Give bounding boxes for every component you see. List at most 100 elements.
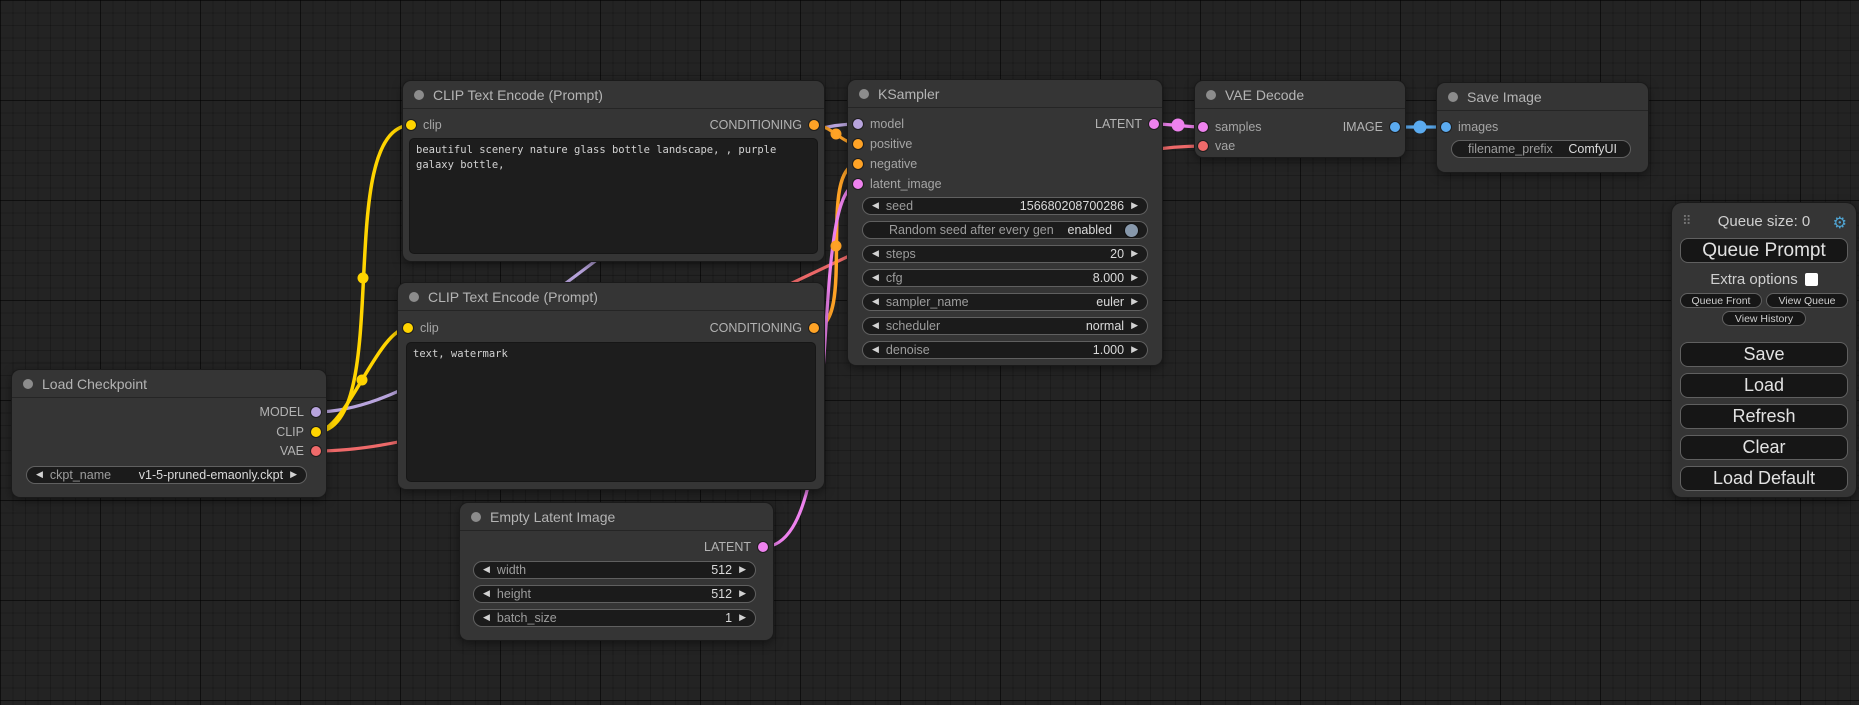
steps-widget[interactable]: ◀ steps 20 ▶ (862, 245, 1148, 263)
negative-input-dot[interactable] (853, 159, 863, 169)
clip-input-dot[interactable] (406, 120, 416, 130)
positive-prompt-textarea[interactable]: beautiful scenery nature glass bottle la… (410, 139, 817, 253)
decrement-arrow-icon[interactable]: ◀ (872, 322, 879, 331)
positive-input-dot[interactable] (853, 139, 863, 149)
filename-prefix-widget[interactable]: filename_prefix ComfyUI (1451, 140, 1631, 158)
clip-output-dot[interactable] (311, 427, 321, 437)
input-slot-positive[interactable]: positive (853, 136, 912, 152)
latent-image-input-dot[interactable] (853, 179, 863, 189)
increment-arrow-icon[interactable]: ▶ (1131, 298, 1138, 307)
clip-input-dot[interactable] (403, 323, 413, 333)
images-input-dot[interactable] (1441, 122, 1451, 132)
increment-arrow-icon[interactable]: ▶ (739, 566, 746, 575)
batch-size-widget[interactable]: ◀ batch_size 1 ▶ (473, 609, 756, 627)
input-slot-negative[interactable]: negative (853, 156, 917, 172)
image-output-dot[interactable] (1390, 122, 1400, 132)
node-title-bar[interactable]: Save Image (1437, 83, 1648, 111)
comfyui-canvas[interactable]: { "colors": { "model": "#b8a4dd", "clip"… (0, 0, 1859, 705)
node-title-bar[interactable]: CLIP Text Encode (Prompt) (398, 283, 824, 311)
collapse-dot-icon[interactable] (1448, 92, 1458, 102)
increment-arrow-icon[interactable]: ▶ (739, 614, 746, 623)
increment-arrow-icon[interactable]: ▶ (739, 590, 746, 599)
conditioning-output-dot[interactable] (809, 323, 819, 333)
node-title-bar[interactable]: Empty Latent Image (460, 503, 773, 531)
increment-arrow-icon[interactable]: ▶ (1131, 322, 1138, 331)
increment-arrow-icon[interactable]: ▶ (1131, 274, 1138, 283)
vae-output-dot[interactable] (311, 446, 321, 456)
seed-widget[interactable]: ◀ seed 156680208700286 ▶ (862, 197, 1148, 215)
increment-arrow-icon[interactable]: ▶ (1131, 346, 1138, 355)
vae-input-dot[interactable] (1198, 141, 1208, 151)
increment-arrow-icon[interactable]: ▶ (1131, 202, 1138, 211)
collapse-dot-icon[interactable] (414, 90, 424, 100)
collapse-dot-icon[interactable] (23, 379, 33, 389)
input-slot-clip[interactable]: clip (406, 117, 442, 133)
conditioning-output-dot[interactable] (809, 120, 819, 130)
input-slot-images[interactable]: images (1441, 119, 1498, 135)
output-slot-model[interactable]: MODEL (260, 404, 321, 420)
toggle-enabled-icon[interactable] (1125, 224, 1138, 237)
decrement-arrow-icon[interactable]: ◀ (483, 566, 490, 575)
node-empty-latent-image[interactable]: Empty Latent Image LATENT ◀ width 512 ▶ … (460, 503, 773, 640)
sampler-name-widget[interactable]: ◀ sampler_name euler ▶ (862, 293, 1148, 311)
queue-prompt-button[interactable]: Queue Prompt (1680, 238, 1848, 263)
decrement-arrow-icon[interactable]: ◀ (483, 590, 490, 599)
random-seed-toggle-widget[interactable]: Random seed after every gen enabled (862, 221, 1148, 239)
decrement-arrow-icon[interactable]: ◀ (872, 250, 879, 259)
node-clip-text-encode-positive[interactable]: CLIP Text Encode (Prompt) clip CONDITION… (403, 81, 824, 261)
input-slot-model[interactable]: model (853, 116, 904, 132)
input-slot-clip[interactable]: clip (403, 320, 439, 336)
increment-arrow-icon[interactable]: ▶ (1131, 250, 1138, 259)
load-default-button[interactable]: Load Default (1680, 466, 1848, 491)
denoise-widget[interactable]: ◀ denoise 1.000 ▶ (862, 341, 1148, 359)
view-history-button[interactable]: View History (1722, 311, 1806, 326)
model-output-dot[interactable] (311, 407, 321, 417)
scheduler-widget[interactable]: ◀ scheduler normal ▶ (862, 317, 1148, 335)
node-vae-decode[interactable]: VAE Decode samples vae IMAGE (1195, 81, 1405, 157)
width-widget[interactable]: ◀ width 512 ▶ (473, 561, 756, 579)
queue-panel[interactable]: ⠿ Queue size: 0 ⚙ Queue Prompt Extra opt… (1672, 203, 1856, 497)
output-slot-image[interactable]: IMAGE (1343, 119, 1400, 135)
output-slot-clip[interactable]: CLIP (276, 424, 321, 440)
decrement-arrow-icon[interactable]: ◀ (36, 471, 43, 480)
decrement-arrow-icon[interactable]: ◀ (872, 274, 879, 283)
height-widget[interactable]: ◀ height 512 ▶ (473, 585, 756, 603)
output-slot-latent[interactable]: LATENT (704, 539, 768, 555)
node-load-checkpoint[interactable]: Load Checkpoint MODEL CLIP VAE ◀ ckpt_na… (12, 370, 326, 497)
latent-output-dot[interactable] (758, 542, 768, 552)
samples-input-dot[interactable] (1198, 122, 1208, 132)
view-queue-button[interactable]: View Queue (1766, 293, 1848, 308)
output-slot-latent[interactable]: LATENT (1095, 116, 1159, 132)
decrement-arrow-icon[interactable]: ◀ (872, 346, 879, 355)
input-slot-latent-image[interactable]: latent_image (853, 176, 942, 192)
node-save-image[interactable]: Save Image images filename_prefix ComfyU… (1437, 83, 1648, 172)
node-title-bar[interactable]: Load Checkpoint (12, 370, 326, 398)
collapse-dot-icon[interactable] (471, 512, 481, 522)
refresh-button[interactable]: Refresh (1680, 404, 1848, 429)
output-slot-conditioning[interactable]: CONDITIONING (710, 320, 819, 336)
input-slot-samples[interactable]: samples (1198, 119, 1262, 135)
output-slot-vae[interactable]: VAE (280, 443, 321, 459)
extra-options-checkbox[interactable] (1805, 273, 1818, 286)
ckpt-name-widget[interactable]: ◀ ckpt_name v1-5-pruned-emaonly.ckpt ▶ (26, 466, 307, 484)
collapse-dot-icon[interactable] (859, 89, 869, 99)
node-ksampler[interactable]: KSampler model positive negative latent_… (848, 80, 1162, 365)
latent-output-dot[interactable] (1149, 119, 1159, 129)
input-slot-vae[interactable]: vae (1198, 138, 1235, 154)
decrement-arrow-icon[interactable]: ◀ (872, 298, 879, 307)
collapse-dot-icon[interactable] (1206, 90, 1216, 100)
node-clip-text-encode-negative[interactable]: CLIP Text Encode (Prompt) clip CONDITION… (398, 283, 824, 489)
queue-front-button[interactable]: Queue Front (1680, 293, 1762, 308)
node-title-bar[interactable]: CLIP Text Encode (Prompt) (403, 81, 824, 109)
cfg-widget[interactable]: ◀ cfg 8.000 ▶ (862, 269, 1148, 287)
node-title-bar[interactable]: VAE Decode (1195, 81, 1405, 109)
collapse-dot-icon[interactable] (409, 292, 419, 302)
load-button[interactable]: Load (1680, 373, 1848, 398)
model-input-dot[interactable] (853, 119, 863, 129)
output-slot-conditioning[interactable]: CONDITIONING (710, 117, 819, 133)
decrement-arrow-icon[interactable]: ◀ (872, 202, 879, 211)
increment-arrow-icon[interactable]: ▶ (290, 471, 297, 480)
negative-prompt-textarea[interactable]: text, watermark (407, 343, 815, 481)
save-button[interactable]: Save (1680, 342, 1848, 367)
clear-button[interactable]: Clear (1680, 435, 1848, 460)
